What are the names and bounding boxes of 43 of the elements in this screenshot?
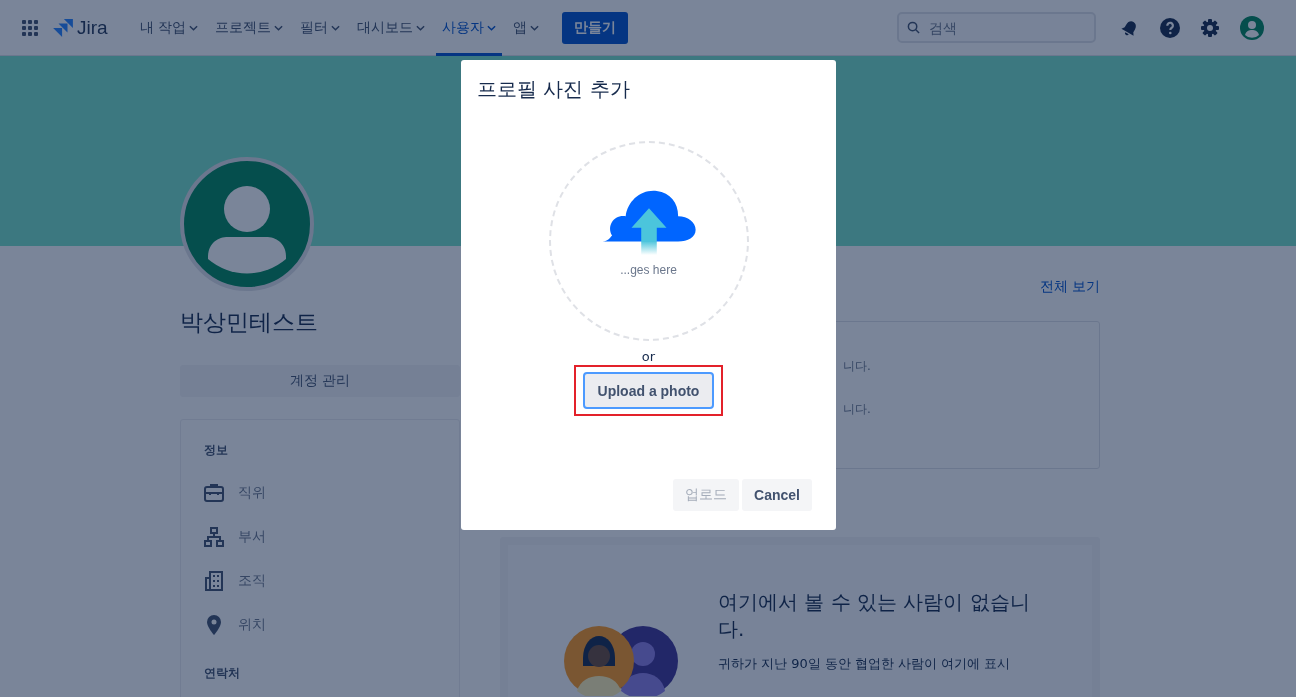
chevron-down-icon bbox=[331, 24, 341, 31]
profile-name: 박상민테스트 bbox=[180, 308, 319, 337]
nav-menu-item[interactable]: 프로젝트 bbox=[209, 0, 290, 56]
chevron-down-icon bbox=[189, 24, 199, 31]
profile-avatar-icon bbox=[180, 157, 314, 291]
upload-photo-button[interactable]: Upload a photo bbox=[582, 372, 715, 409]
field-label: 직위 bbox=[238, 484, 266, 502]
create-button[interactable]: 만들기 bbox=[562, 11, 629, 44]
view-all-link[interactable]: 전체 보기 bbox=[1039, 278, 1100, 296]
or-text: or bbox=[641, 349, 656, 364]
dialog-button[interactable]: Cancel bbox=[742, 479, 812, 511]
search-field[interactable]: 검색 bbox=[897, 12, 1096, 43]
empty-state-heading: 여기에서 볼 수 있는 사람이 없습니다. bbox=[718, 589, 1030, 643]
manage-account-button[interactable]: 계정 관리 bbox=[180, 365, 460, 397]
building-icon bbox=[204, 571, 224, 591]
nav-menu-item[interactable]: 대시보드 bbox=[351, 0, 432, 56]
drop-hint: ...ges here bbox=[620, 263, 677, 277]
nav-menu-item[interactable]: 내 작업 bbox=[133, 0, 205, 56]
location-pin-icon bbox=[204, 615, 224, 635]
product-name[interactable]: Jira bbox=[77, 16, 108, 39]
section-heading: 연락처 bbox=[204, 665, 241, 682]
dialog-title: 프로필 사진 추가 bbox=[477, 76, 630, 103]
chevron-down-icon bbox=[487, 24, 497, 31]
activity-text: 니다. bbox=[843, 401, 872, 418]
field-label: 부서 bbox=[238, 528, 266, 546]
activity-text: 니다. bbox=[843, 358, 872, 375]
field-label: 위치 bbox=[238, 616, 266, 634]
hierarchy-icon bbox=[204, 527, 224, 547]
chevron-down-icon bbox=[274, 24, 284, 31]
nav-menu-item[interactable]: 앱 bbox=[507, 0, 546, 56]
nav-menu-item[interactable]: 필터 bbox=[294, 0, 347, 56]
empty-state-text: 귀하가 지난 90일 동안 협업한 사람이 여기에 표시 bbox=[718, 655, 1012, 673]
section-heading: 정보 bbox=[204, 442, 229, 459]
user-avatar-icon[interactable] bbox=[1240, 15, 1264, 40]
settings-icon[interactable] bbox=[1200, 17, 1220, 38]
briefcase-icon bbox=[204, 484, 224, 502]
drop-zone[interactable]: ...ges here bbox=[548, 141, 749, 341]
chevron-down-icon bbox=[530, 24, 540, 31]
chevron-down-icon bbox=[416, 24, 426, 31]
jira-logo-icon bbox=[53, 18, 73, 37]
help-icon[interactable] bbox=[1160, 17, 1180, 38]
field-label: 조직 bbox=[238, 572, 266, 590]
app-switcher-icon[interactable] bbox=[22, 19, 38, 36]
